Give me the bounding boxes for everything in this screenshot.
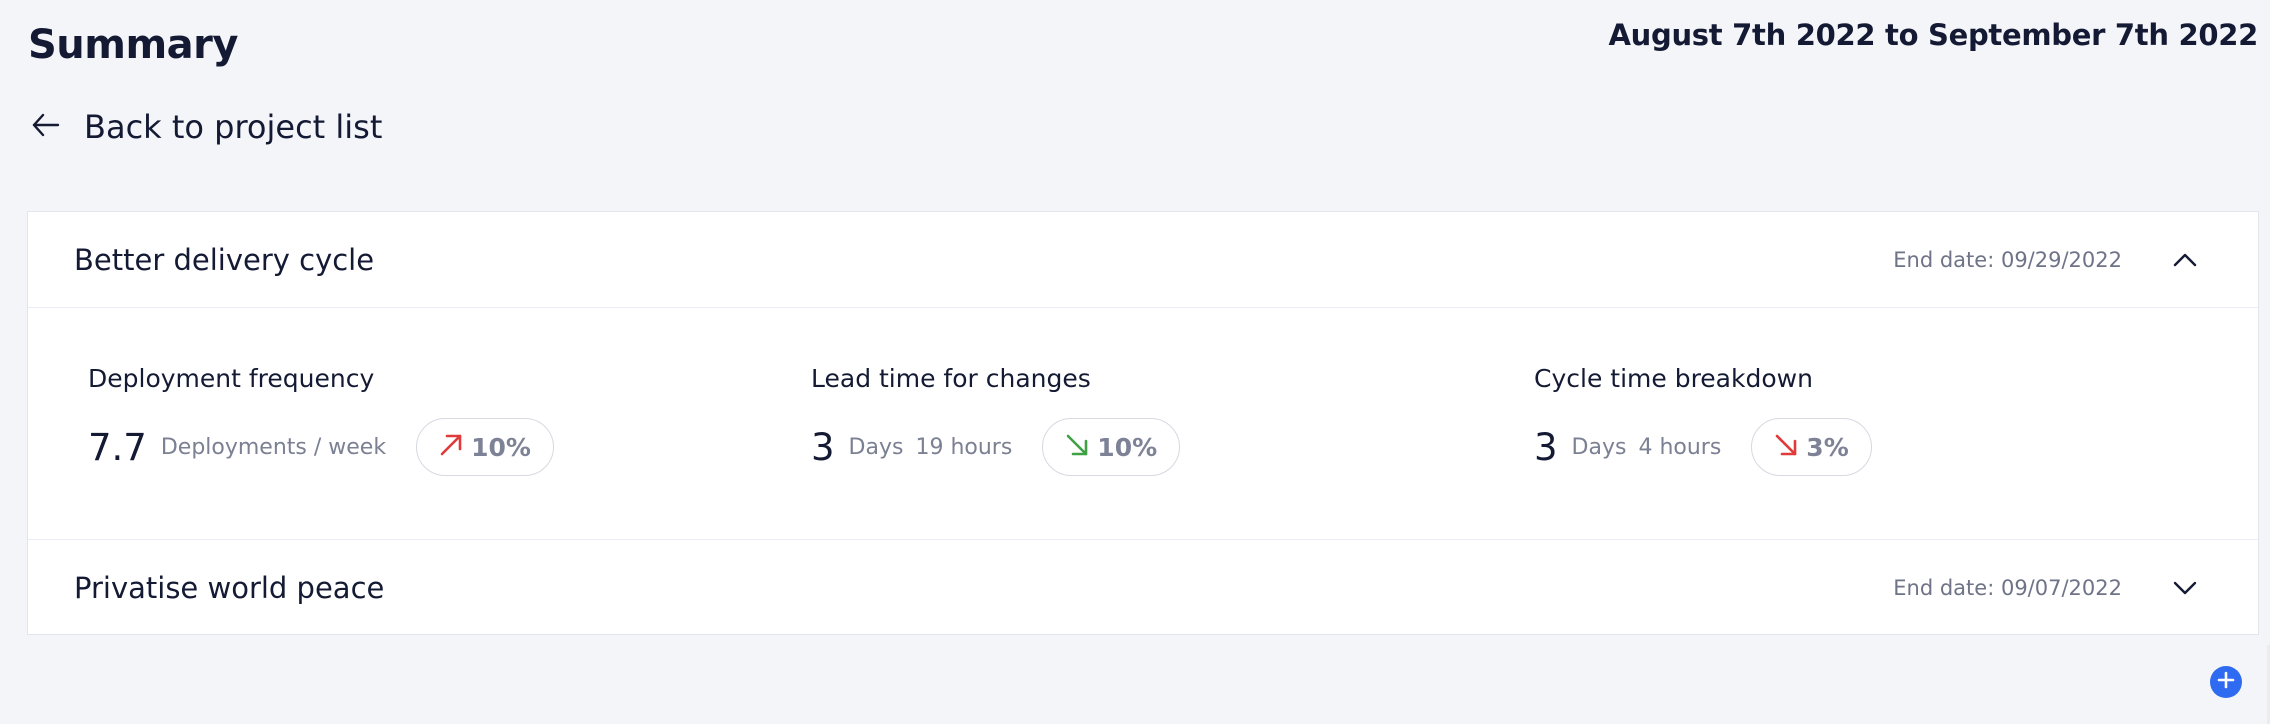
trend-percent: 3% (1806, 432, 1849, 462)
chevron-down-icon[interactable] (2170, 573, 2200, 603)
project-header-privatise-world-peace[interactable]: Privatise world peace End date: 09/07/20… (28, 539, 2258, 635)
page-title: Summary (28, 22, 238, 68)
project-end-date: End date: 09/07/2022 (1893, 575, 2122, 600)
trend-percent: 10% (1097, 432, 1158, 462)
arrow-left-icon (30, 109, 62, 145)
back-link-label: Back to project list (84, 108, 383, 146)
metric-unit-secondary: 4 hours (1638, 434, 1722, 460)
metric-title: Cycle time breakdown (1534, 364, 1813, 393)
summary-page: Summary August 7th 2022 to September 7th… (0, 0, 2270, 724)
date-range: August 7th 2022 to September 7th 2022 (1608, 18, 2259, 52)
arrow-down-right-icon (1063, 431, 1091, 463)
metric-unit: Deployments / week (160, 434, 387, 460)
trend-badge: 10% (1042, 418, 1181, 476)
chevron-up-icon[interactable] (2170, 245, 2200, 275)
project-end-date: End date: 09/29/2022 (1893, 247, 2122, 272)
metric-value: 3 (811, 425, 835, 469)
metric-row: 3 Days 4 hours 3% (1534, 418, 1872, 476)
metric-value: 7.7 (88, 425, 147, 469)
trend-percent: 10% (471, 432, 531, 462)
metric-unit: Days (848, 434, 904, 460)
trend-badge: 10% (416, 418, 554, 476)
project-list: Better delivery cycle End date: 09/29/20… (27, 211, 2259, 635)
project-header-better-delivery-cycle[interactable]: Better delivery cycle End date: 09/29/20… (28, 212, 2258, 308)
arrow-down-right-icon (1772, 431, 1800, 463)
metric-title: Deployment frequency (88, 364, 375, 393)
metric-unit: Days (1571, 434, 1627, 460)
project-name: Better delivery cycle (74, 242, 375, 277)
project-name: Privatise world peace (74, 570, 385, 605)
arrow-up-right-icon (437, 431, 465, 463)
metric-row: 3 Days 19 hours 10% (811, 418, 1181, 476)
project-metrics: Deployment frequency 7.7 Deployments / w… (28, 308, 2258, 539)
add-button[interactable] (2210, 666, 2242, 698)
metric-title: Lead time for changes (811, 364, 1091, 393)
plus-icon (2216, 670, 2236, 694)
metric-row: 7.7 Deployments / week 10% (88, 418, 554, 476)
metric-unit-secondary: 19 hours (915, 434, 1013, 460)
trend-badge: 3% (1751, 418, 1872, 476)
back-to-project-list-link[interactable]: Back to project list (30, 108, 382, 146)
metric-value: 3 (1534, 425, 1558, 469)
